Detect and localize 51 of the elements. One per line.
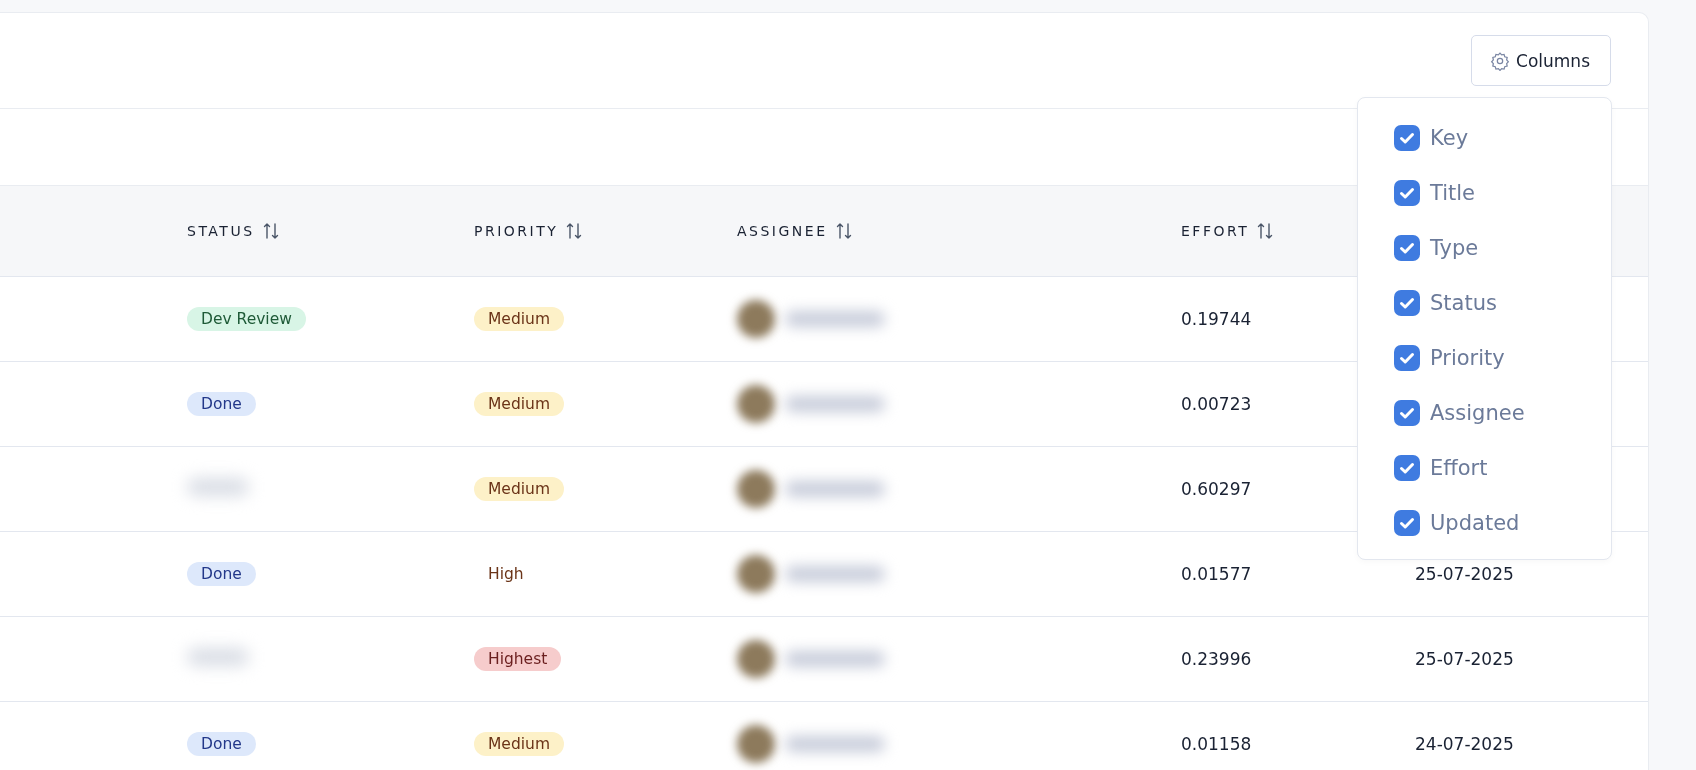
columns-button[interactable]: Columns (1471, 35, 1611, 86)
column-header[interactable]: PRIORITY (474, 223, 559, 239)
effort-cell: 0.00723 (1181, 393, 1252, 414)
checkbox-checked-icon[interactable] (1394, 399, 1420, 426)
date-cell: 25-07-2025 (1415, 563, 1514, 584)
priority-label: High (487, 564, 525, 585)
priority-badge: Medium (474, 307, 564, 331)
effort-cell: 0.01577 (1181, 563, 1252, 584)
avatar (737, 385, 775, 423)
column-header[interactable]: STATUS (187, 223, 255, 239)
effort-cell: 0.60297 (1181, 478, 1252, 499)
checkbox-checked-icon[interactable] (1394, 344, 1420, 371)
settings-icon (1490, 50, 1511, 71)
effort-cell: 0.01158 (1181, 733, 1252, 754)
column-toggle[interactable]: Assignee (1394, 385, 1611, 440)
sort-icon[interactable] (835, 222, 852, 240)
column-toggle[interactable]: Updated (1394, 495, 1611, 550)
column-toggle[interactable]: Type (1394, 220, 1611, 275)
checkbox-checked-icon[interactable] (1394, 179, 1420, 206)
date-cell: 24-07-2025 (1415, 733, 1514, 754)
checkbox-checked-icon[interactable] (1394, 234, 1420, 261)
status-badge: Done (187, 562, 256, 586)
sort-icon[interactable] (262, 222, 279, 240)
priority-badge: Medium (474, 392, 564, 416)
date-cell: 25-07-2025 (1415, 648, 1514, 669)
column-header[interactable]: EFFORT (1181, 223, 1250, 239)
effort-cell: 0.19744 (1181, 308, 1252, 329)
column-toggle[interactable]: Key (1394, 110, 1611, 165)
avatar (737, 300, 775, 338)
column-header[interactable]: ASSIGNEE (737, 223, 828, 239)
status-badge: Dev Review (187, 307, 306, 331)
checkbox-checked-icon[interactable] (1394, 509, 1420, 536)
priority-badge: Medium (474, 477, 564, 501)
avatar (737, 640, 775, 678)
avatar (737, 555, 775, 593)
sort-icon[interactable] (1257, 222, 1274, 240)
column-toggle[interactable]: Effort (1394, 440, 1611, 495)
column-toggle[interactable]: Priority (1394, 330, 1611, 385)
column-toggle[interactable]: Title (1394, 165, 1611, 220)
avatar (737, 470, 775, 508)
effort-cell: 0.23996 (1181, 648, 1252, 669)
column-toggle[interactable]: Status (1394, 275, 1611, 330)
sort-icon[interactable] (566, 222, 583, 240)
avatar (737, 725, 775, 763)
checkbox-checked-icon[interactable] (1394, 124, 1420, 151)
status-badge: Done (187, 392, 256, 416)
checkbox-checked-icon[interactable] (1394, 289, 1420, 316)
priority-badge: Highest (474, 647, 562, 671)
checkbox-checked-icon[interactable] (1394, 454, 1420, 481)
status-badge: Done (187, 732, 256, 756)
priority-badge: Medium (474, 732, 564, 756)
